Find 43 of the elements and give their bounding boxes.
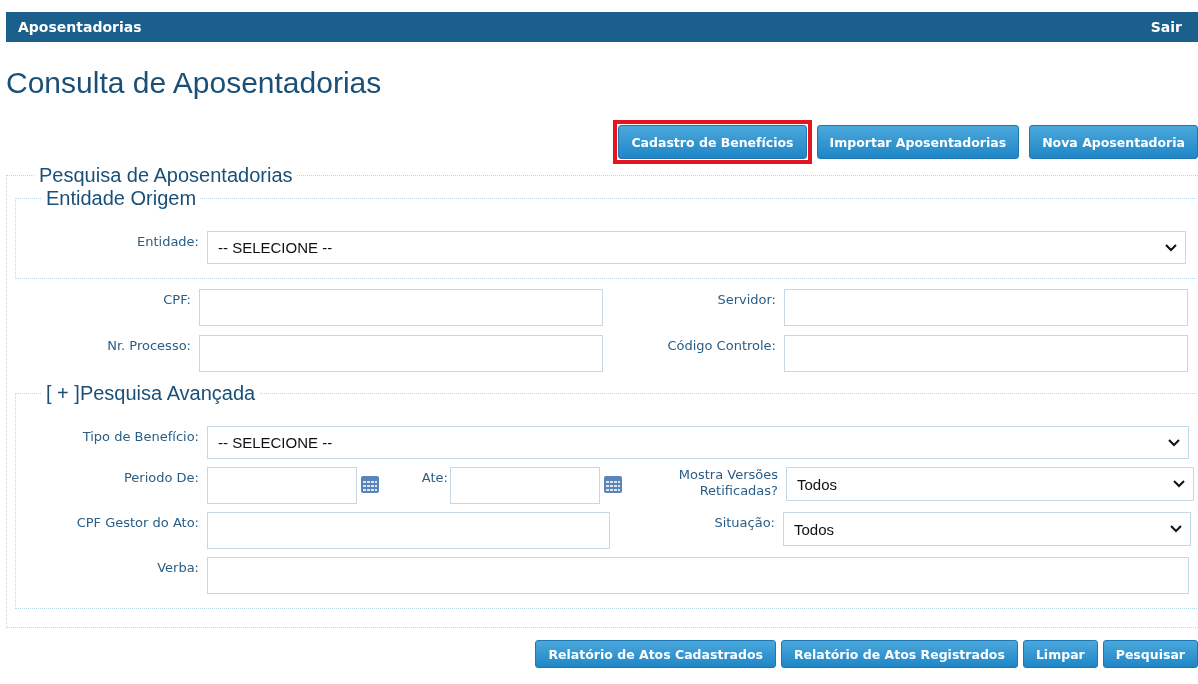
calendar-icon[interactable] bbox=[604, 476, 622, 493]
calendar-icon[interactable] bbox=[361, 476, 379, 493]
field-label: Código Controle: bbox=[666, 337, 777, 354]
action-button[interactable]: Importar Aposentadorias bbox=[816, 125, 1020, 159]
action-button[interactable]: Limpar bbox=[1022, 640, 1098, 668]
page-title: Consulta de Aposentadorias bbox=[6, 65, 383, 101]
action-button[interactable]: Relatório de Atos Registrados bbox=[781, 640, 1018, 668]
benefit-type-select[interactable]: -- SELECIONE -- bbox=[207, 426, 1189, 459]
field-label: CPF Gestor do Ato: bbox=[75, 514, 200, 531]
action-button[interactable]: Relatório de Atos Cadastrados bbox=[535, 640, 776, 668]
date-field[interactable] bbox=[207, 467, 357, 504]
action-button[interactable]: Cadastro de Benefícios bbox=[618, 125, 807, 159]
versions-select[interactable]: Todos bbox=[786, 467, 1194, 501]
field-label: Entidade: bbox=[136, 233, 200, 250]
action-button[interactable]: Nova Aposentadoria bbox=[1029, 125, 1198, 159]
input-field[interactable] bbox=[784, 289, 1188, 326]
status-select[interactable]: Todos bbox=[783, 512, 1191, 546]
input-field[interactable] bbox=[207, 512, 610, 549]
chevron-down-icon bbox=[1173, 480, 1185, 488]
panel-legend: Pesquisa de Aposentadorias bbox=[35, 164, 297, 187]
action-button[interactable]: Pesquisar bbox=[1102, 640, 1198, 668]
chevron-down-icon bbox=[1170, 525, 1182, 533]
field-label: Periodo De: bbox=[123, 469, 200, 486]
input-field[interactable] bbox=[199, 289, 603, 326]
field-label: Mostra Versões Retificadas? bbox=[677, 467, 779, 499]
date-field[interactable] bbox=[450, 467, 600, 504]
input-field[interactable] bbox=[784, 335, 1188, 372]
input-field[interactable] bbox=[207, 557, 1189, 594]
input-field[interactable] bbox=[199, 335, 603, 372]
field-label: Verba: bbox=[156, 559, 200, 576]
field-label: CPF: bbox=[162, 291, 192, 308]
field-label: Ate: bbox=[420, 469, 449, 486]
chevron-down-icon bbox=[1165, 243, 1177, 252]
entity-select[interactable]: -- SELECIONE -- bbox=[207, 231, 1186, 264]
logout-link[interactable]: Sair bbox=[1150, 19, 1182, 35]
advanced-toggle[interactable]: [ + ]Pesquisa Avançada bbox=[42, 382, 260, 405]
header-title: Aposentadorias bbox=[18, 19, 142, 35]
field-label: Tipo de Benefício: bbox=[81, 428, 200, 445]
panel-legend: Entidade Origem bbox=[42, 187, 201, 210]
field-label: Nr. Processo: bbox=[106, 337, 192, 354]
chevron-down-icon bbox=[1168, 438, 1180, 447]
field-label: Servidor: bbox=[716, 291, 777, 308]
field-label: Situação: bbox=[713, 514, 776, 531]
